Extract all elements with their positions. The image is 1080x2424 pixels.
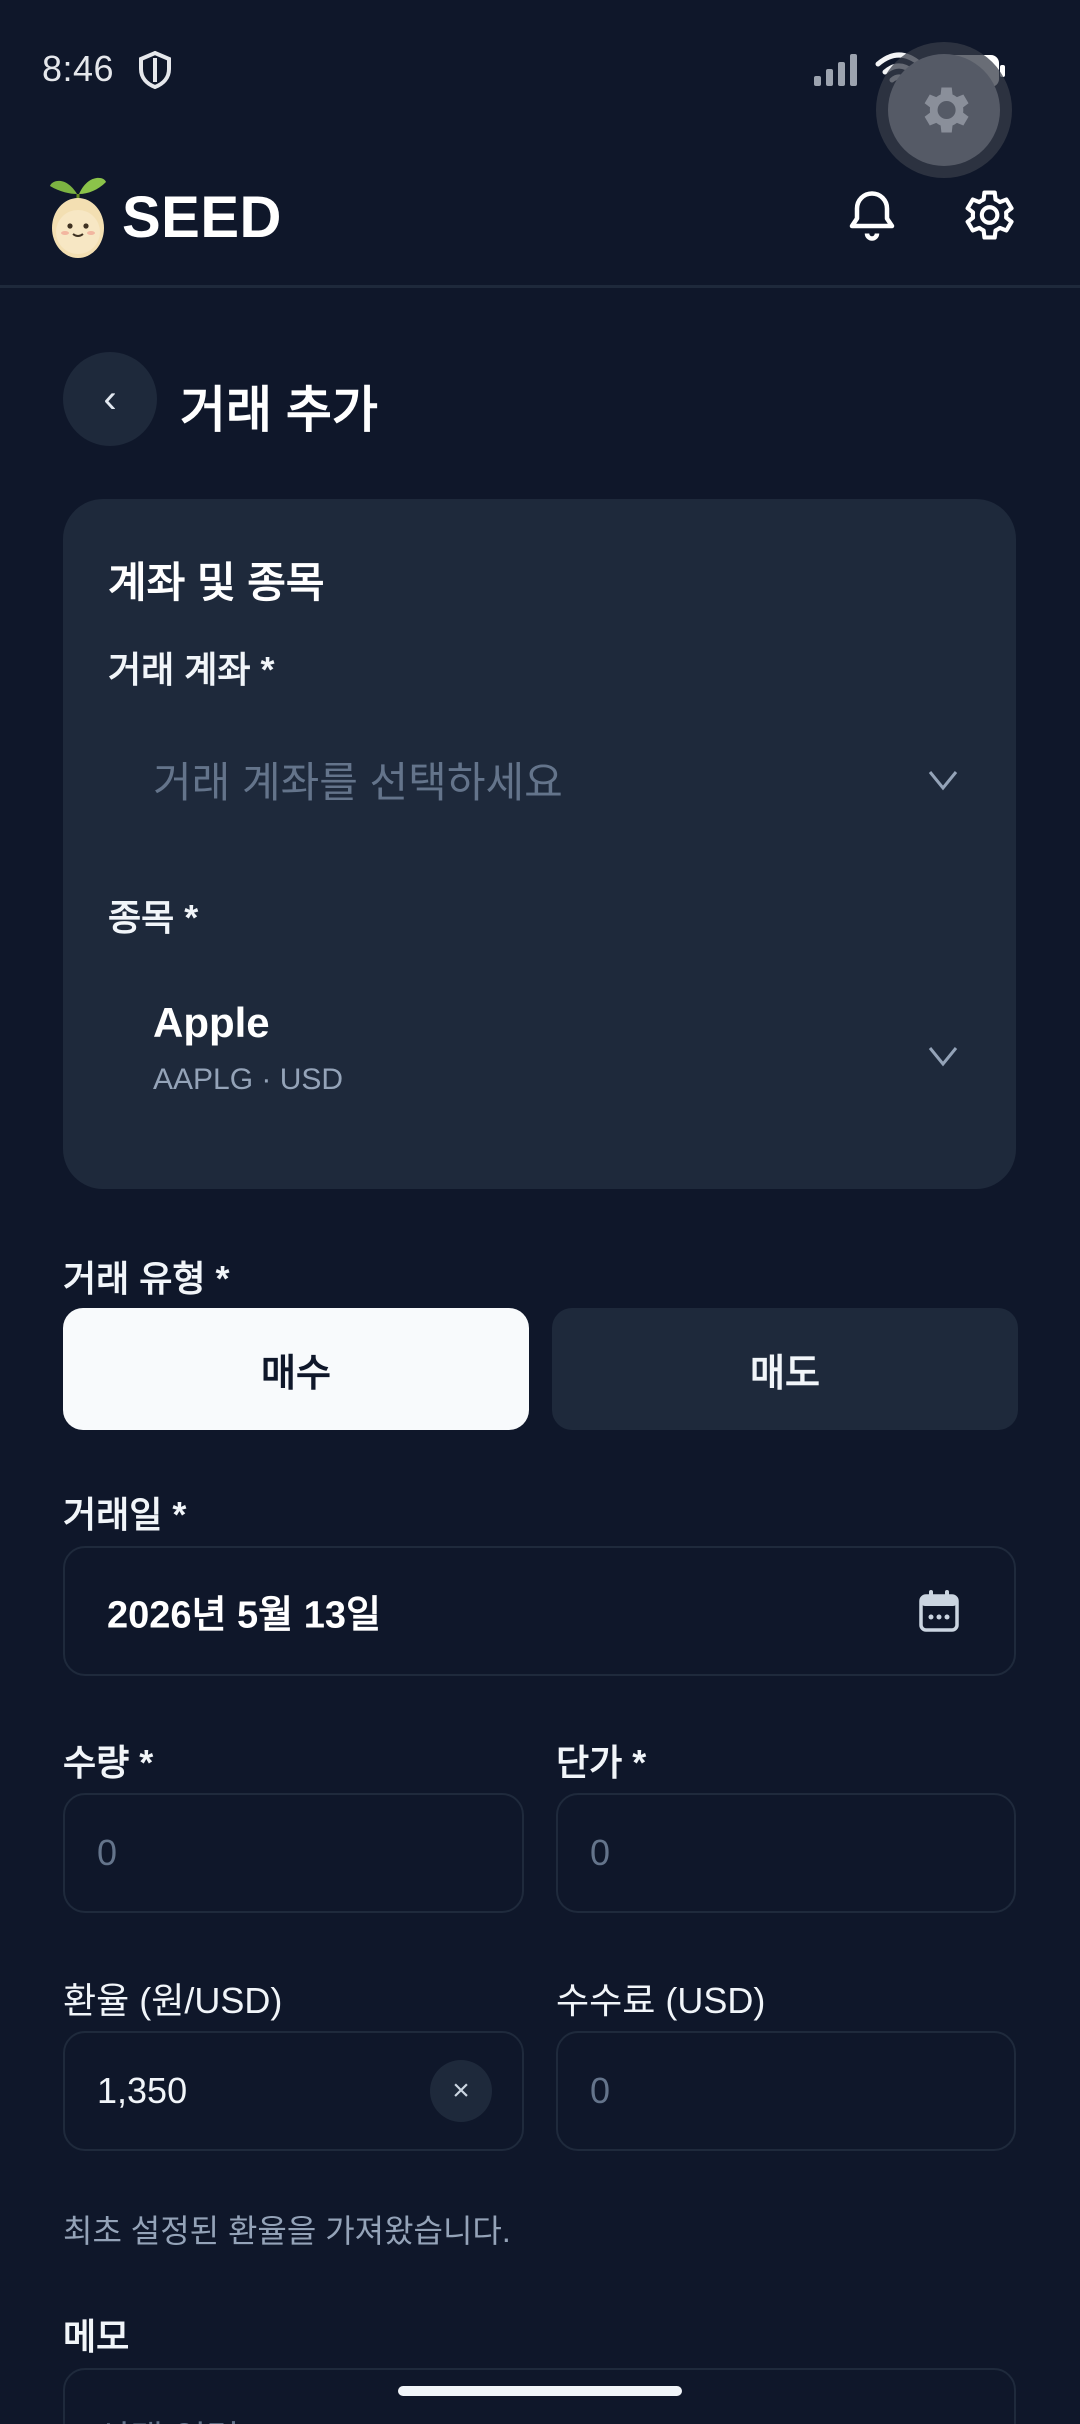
trade-date-value: 2026년 5월 13일 — [107, 1594, 381, 1637]
exchange-rate-label: 환율 (원/USD) — [63, 1980, 283, 2021]
quantity-label: 수량 * — [63, 1742, 154, 1783]
gear-icon — [965, 190, 1014, 240]
unit-price-label: 단가 * — [556, 1742, 647, 1783]
stock-select[interactable]: Apple AAPLG · USD — [93, 969, 986, 1119]
memo-label: 메모 — [63, 2316, 130, 2357]
trade-date-label: 거래일 * — [63, 1494, 187, 1535]
bell-icon — [849, 191, 895, 241]
fee-input[interactable]: 0 — [556, 2031, 1016, 2151]
app-brand-name: SEED — [122, 185, 282, 250]
stock-ticker: AAPLG · USD — [153, 1063, 344, 1096]
account-select[interactable]: 거래 계좌를 선택하세요 — [93, 719, 986, 839]
shield-icon — [139, 50, 171, 90]
unit-price-placeholder: 0 — [590, 1832, 611, 1873]
exchange-rate-input[interactable]: 1,350 × — [63, 2031, 524, 2151]
clear-exchange-rate-button[interactable]: × — [430, 2060, 492, 2122]
back-chevron-icon: ‹ — [103, 376, 117, 421]
trade-date-field[interactable]: 2026년 5월 13일 — [63, 1546, 1016, 1676]
seed-logo — [50, 177, 106, 258]
status-time: 8:46 — [42, 48, 115, 89]
exchange-rate-value: 1,350 — [97, 2070, 188, 2111]
calendar-icon — [919, 1590, 959, 1632]
memo-input[interactable]: 선택 입력 — [63, 2368, 1016, 2424]
gear-icon — [924, 87, 969, 133]
exchange-rate-helper-text: 최초 설정된 환율을 가져왔습니다. — [63, 2213, 511, 2249]
memo-placeholder: 선택 입력 — [97, 2410, 239, 2424]
close-icon: × — [452, 2074, 470, 2107]
card-title: 계좌 및 종목 — [108, 559, 325, 606]
page-title: 거래 추가 — [180, 382, 378, 438]
stock-name: Apple — [153, 999, 270, 1046]
account-label: 거래 계좌 * — [108, 649, 275, 690]
account-placeholder: 거래 계좌를 선택하세요 — [153, 759, 563, 806]
app-bar: SEED — [0, 150, 1080, 288]
account-stock-card: 계좌 및 종목 거래 계좌 * 거래 계좌를 선택하세요 종목 * Apple … — [63, 499, 1016, 1189]
quantity-input[interactable]: 0 — [63, 1793, 524, 1913]
notifications-button[interactable] — [842, 186, 902, 246]
fee-label: 수수료 (USD) — [556, 1980, 766, 2021]
unit-price-input[interactable]: 0 — [556, 1793, 1016, 1913]
chevron-down-icon — [928, 771, 958, 791]
sell-toggle-button[interactable]: 매도 — [552, 1308, 1018, 1430]
home-indicator — [398, 2386, 682, 2396]
buy-toggle-button[interactable]: 매수 — [63, 1308, 529, 1430]
add-trade-screen: 8:46 SEED ‹ 거래 추가 계좌 및 종목 거래 계좌 * 거래 계좌를… — [0, 0, 1080, 2424]
fee-placeholder: 0 — [590, 2070, 611, 2111]
settings-button[interactable] — [956, 184, 1018, 246]
signal-icon — [814, 54, 857, 86]
trade-type-label: 거래 유형 * — [63, 1258, 230, 1299]
chevron-down-icon — [928, 1047, 958, 1067]
stock-label: 종목 * — [108, 897, 199, 938]
back-button[interactable]: ‹ — [63, 352, 157, 446]
quantity-placeholder: 0 — [97, 1832, 118, 1873]
